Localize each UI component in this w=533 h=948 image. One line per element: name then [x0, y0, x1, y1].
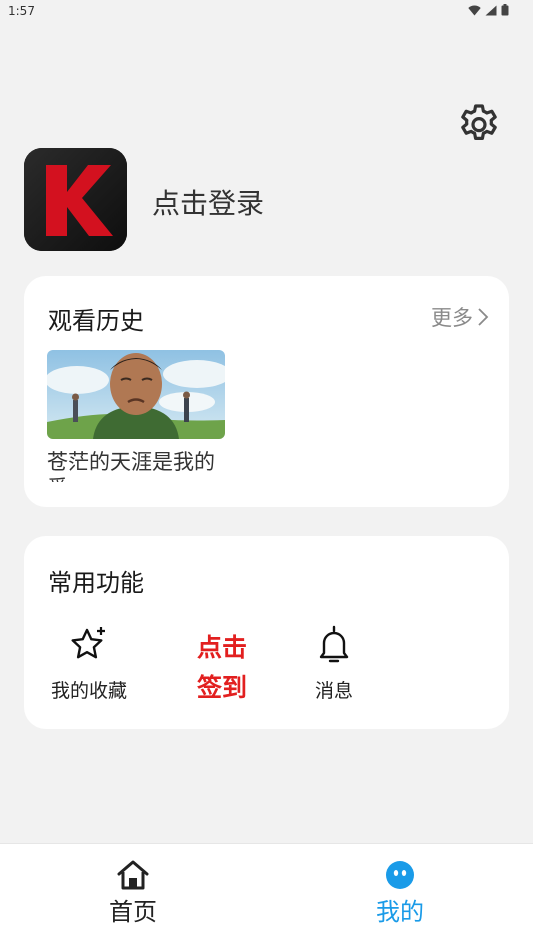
functions-card: 常用功能 我的收藏 点击 签到 消息 — [24, 536, 509, 729]
nav-mine[interactable]: 我的 — [340, 860, 460, 927]
favorites-label: 我的收藏 — [50, 680, 127, 702]
home-icon — [117, 860, 149, 890]
checkin-button[interactable]: 点击 签到 — [194, 628, 250, 708]
history-title: 观看历史 — [48, 307, 144, 335]
login-button[interactable]: 点击登录 — [152, 182, 264, 222]
screen: 1:57 点击登录 观看历史 更多 苍茫的天涯是我的 常用功能 我的收藏 点击 … — [0, 0, 533, 948]
star-icon — [71, 627, 105, 659]
history-card: 观看历史 更多 苍茫的天涯是我的 — [24, 276, 509, 507]
battery-icon — [501, 4, 509, 16]
chevron-right-icon — [478, 308, 489, 326]
status-time: 1:57 — [8, 4, 35, 18]
messages-label: 消息 — [314, 680, 353, 702]
checkin-line1: 点击 — [196, 633, 247, 662]
app-logo[interactable] — [24, 148, 127, 251]
checkin-line2: 签到 — [196, 673, 247, 702]
face-icon — [386, 861, 414, 889]
bell-icon — [319, 625, 349, 663]
functions-title: 常用功能 — [48, 569, 144, 597]
settings-button[interactable] — [455, 101, 503, 149]
status-icons — [468, 4, 509, 16]
nav-mine-label: 我的 — [376, 898, 424, 926]
gear-icon — [461, 104, 497, 140]
history-item-title: 苍茫的天涯是我的爱 — [47, 450, 215, 482]
nav-home[interactable]: 首页 — [73, 860, 193, 927]
logo-k-icon — [24, 148, 127, 251]
messages-button[interactable]: 消息 — [294, 624, 374, 703]
history-item[interactable]: 苍茫的天涯是我的爱 — [47, 350, 225, 482]
nav-home-label: 首页 — [109, 898, 157, 926]
bottom-nav: 首页 我的 — [0, 843, 533, 948]
video-thumbnail — [47, 350, 225, 439]
favorites-button[interactable]: 我的收藏 — [48, 624, 130, 703]
more-button[interactable]: 更多 — [431, 302, 489, 332]
wifi-icon — [468, 5, 481, 15]
status-bar: 1:57 — [0, 0, 533, 24]
more-label: 更多 — [431, 306, 473, 330]
signal-icon — [485, 5, 497, 15]
